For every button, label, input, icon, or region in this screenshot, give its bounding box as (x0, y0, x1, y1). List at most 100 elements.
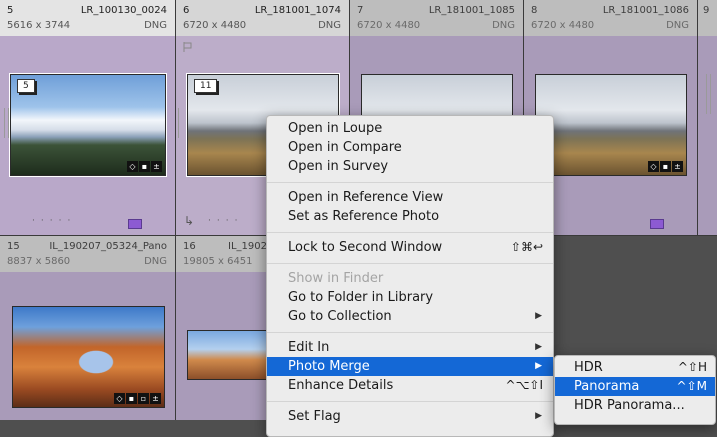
cell-grip-handle[interactable] (176, 108, 179, 138)
rating-dots[interactable]: ···· (208, 216, 243, 226)
stack-count-badge[interactable]: 5 (17, 79, 35, 93)
cell-filetype: DNG (318, 20, 341, 31)
grid-cell-15[interactable]: 15 IL_190207_05324_Pano 8837 x 5860 DNG … (0, 236, 176, 420)
submenu-item-hdr-panorama[interactable]: HDR Panorama... (555, 396, 715, 415)
submenu-item-hdr[interactable]: HDR ^⇧H (555, 358, 715, 377)
comment-icon[interactable]: ▪ (660, 161, 671, 172)
cell-header: 8 LR_181001_1086 6720 x 4480 DNG (524, 0, 697, 36)
cell-grip-handle[interactable] (706, 74, 711, 114)
cell-header: 16 IL_1902 19805 x 6451 (176, 236, 270, 272)
cell-grip-handle[interactable] (4, 108, 9, 138)
menu-item-set-flag[interactable]: Set Flag ▶ (267, 407, 553, 426)
cell-body: 5 ◇ ▪ ± ····· (0, 36, 175, 235)
menu-item-label: Photo Merge (288, 359, 370, 374)
submenu-item-panorama[interactable]: Panorama ^⇧M (555, 377, 715, 396)
cell-dimensions: 8837 x 5860 (7, 256, 71, 267)
menu-separator (267, 263, 553, 264)
menu-separator (267, 401, 553, 402)
menu-item-shortcut: ^⇧M (676, 379, 707, 393)
menu-item-go-to-folder-in-library[interactable]: Go to Folder in Library (267, 288, 553, 307)
cell-header: 15 IL_190207_05324_Pano 8837 x 5860 DNG (0, 236, 175, 272)
cell-filename: LR_181001_1085 (428, 5, 515, 16)
menu-item-set-as-reference-photo[interactable]: Set as Reference Photo (267, 207, 553, 226)
cell-filetype: DNG (492, 20, 515, 31)
menu-item-label: Go to Collection (288, 309, 392, 324)
menu-item-label: Open in Compare (288, 140, 402, 155)
thumbnail-image[interactable]: ◇ ▪ ± (535, 74, 687, 176)
menu-item-label: Show in Finder (288, 271, 384, 286)
cell-dimensions: 6720 x 4480 (183, 20, 247, 31)
keyword-icon[interactable]: ◇ (127, 161, 138, 172)
cell-filename: IL_190207_05324_Pano (49, 241, 167, 252)
submenu-arrow-icon: ▶ (535, 361, 542, 371)
cell-filename: LR_181001_1086 (602, 5, 689, 16)
color-label-swatch[interactable] (650, 219, 664, 229)
rotate-icon[interactable]: ↳ (184, 214, 194, 228)
color-label-swatch[interactable] (128, 219, 142, 229)
grid-cell-5[interactable]: 5 LR_100130_0024 5616 x 3744 DNG 5 ◇ ▪ ±… (0, 0, 176, 236)
thumbnail-image[interactable] (187, 330, 270, 380)
menu-item-open-in-survey[interactable]: Open in Survey (267, 157, 553, 176)
menu-item-edit-in[interactable]: Edit In ▶ (267, 338, 553, 357)
menu-item-shortcut: ^⌥⇧I (505, 378, 543, 392)
grid-cell-9[interactable]: 9 (698, 0, 717, 236)
cell-index: 9 (703, 5, 710, 16)
photo-merge-submenu: HDR ^⇧H Panorama ^⇧M HDR Panorama... (554, 355, 716, 425)
menu-item-label: Open in Survey (288, 159, 389, 174)
menu-item-lock-to-second-window[interactable]: Lock to Second Window ⇧⌘↩ (267, 238, 553, 257)
cell-filetype: DNG (144, 256, 167, 267)
keyword-icon[interactable]: ◇ (648, 161, 659, 172)
menu-item-enhance-details[interactable]: Enhance Details ^⌥⇧I (267, 376, 553, 395)
grid-cell-16[interactable]: 16 IL_1902 19805 x 6451 (176, 236, 271, 420)
crop-icon[interactable]: ▫ (138, 393, 149, 404)
cell-filetype: DNG (666, 20, 689, 31)
cell-index: 7 (357, 5, 364, 16)
comment-icon[interactable]: ▪ (139, 161, 150, 172)
cell-index: 16 (183, 241, 196, 252)
menu-item-photo-merge[interactable]: Photo Merge ▶ (267, 357, 553, 376)
thumbnail-badges: ◇ ▪ ± (127, 161, 162, 172)
cell-body: ◇ ▪ ▫ ± (0, 272, 175, 420)
menu-item-label: Enhance Details (288, 378, 394, 393)
cell-body (176, 272, 270, 420)
menu-item-open-in-reference-view[interactable]: Open in Reference View (267, 188, 553, 207)
stack-count-badge[interactable]: 11 (194, 79, 218, 93)
cell-filetype: DNG (144, 20, 167, 31)
menu-item-label: Go to Folder in Library (288, 290, 434, 305)
thumbnail-badges: ◇ ▪ ▫ ± (114, 393, 161, 404)
submenu-arrow-icon: ▶ (535, 311, 542, 321)
cell-index: 15 (7, 241, 20, 252)
keyword-icon[interactable]: ◇ (114, 393, 125, 404)
rating-dots[interactable]: ····· (32, 216, 76, 226)
menu-item-label: Set Flag (288, 409, 341, 424)
develop-adjusted-icon[interactable]: ± (672, 161, 683, 172)
menu-item-open-in-compare[interactable]: Open in Compare (267, 138, 553, 157)
thumbnail-image[interactable]: 5 ◇ ▪ ± (9, 73, 167, 177)
cell-filename: IL_1902 (228, 241, 267, 252)
menu-item-label: Lock to Second Window (288, 240, 443, 255)
cell-dimensions: 6720 x 4480 (531, 20, 595, 31)
menu-separator (267, 182, 553, 183)
menu-item-go-to-collection[interactable]: Go to Collection ▶ (267, 307, 553, 326)
cell-dimensions: 6720 x 4480 (357, 20, 421, 31)
cell-body (698, 36, 717, 235)
menu-item-open-in-loupe[interactable]: Open in Loupe (267, 119, 553, 138)
thumbnail-image[interactable]: ◇ ▪ ▫ ± (12, 306, 165, 408)
develop-adjusted-icon[interactable]: ± (150, 393, 161, 404)
menu-item-label: HDR Panorama... (574, 398, 685, 413)
menu-item-label: Open in Reference View (288, 190, 444, 205)
flag-icon[interactable] (183, 42, 192, 52)
cell-index: 6 (183, 5, 190, 16)
cell-header: 5 LR_100130_0024 5616 x 3744 DNG (0, 0, 175, 36)
menu-separator (267, 232, 553, 233)
menu-separator (267, 332, 553, 333)
cell-index: 5 (7, 5, 14, 16)
menu-item-shortcut: ^⇧H (677, 360, 707, 374)
develop-adjusted-icon[interactable]: ± (151, 161, 162, 172)
cell-header: 7 LR_181001_1085 6720 x 4480 DNG (350, 0, 523, 36)
cell-filename: LR_181001_1074 (254, 5, 341, 16)
comment-icon[interactable]: ▪ (126, 393, 137, 404)
cell-header: 9 (698, 0, 717, 36)
cell-index: 8 (531, 5, 538, 16)
submenu-arrow-icon: ▶ (535, 411, 542, 421)
